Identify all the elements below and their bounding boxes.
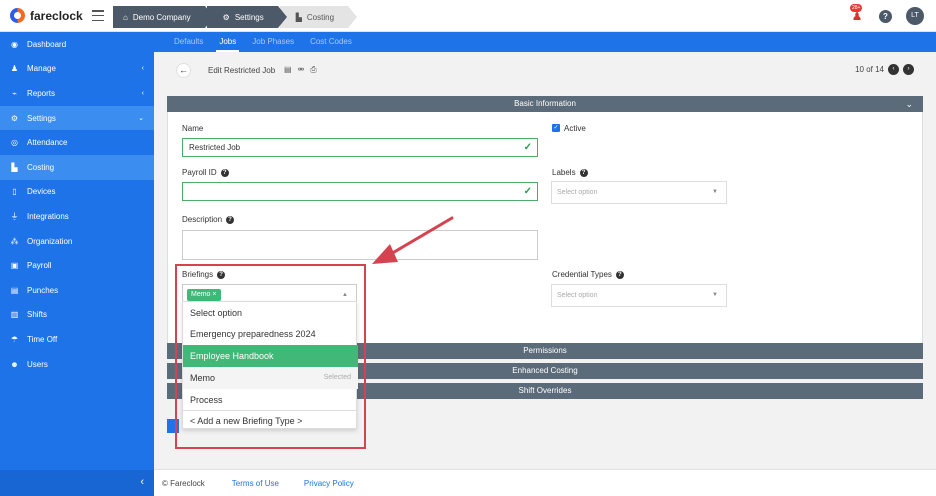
footer: © Fareclock Terms of Use Privacy Policy <box>154 469 936 496</box>
privacy-link[interactable]: Privacy Policy <box>304 479 354 488</box>
terms-link[interactable]: Terms of Use <box>232 479 279 488</box>
copyright: © Fareclock <box>162 478 205 488</box>
annotation-arrow <box>372 216 454 264</box>
